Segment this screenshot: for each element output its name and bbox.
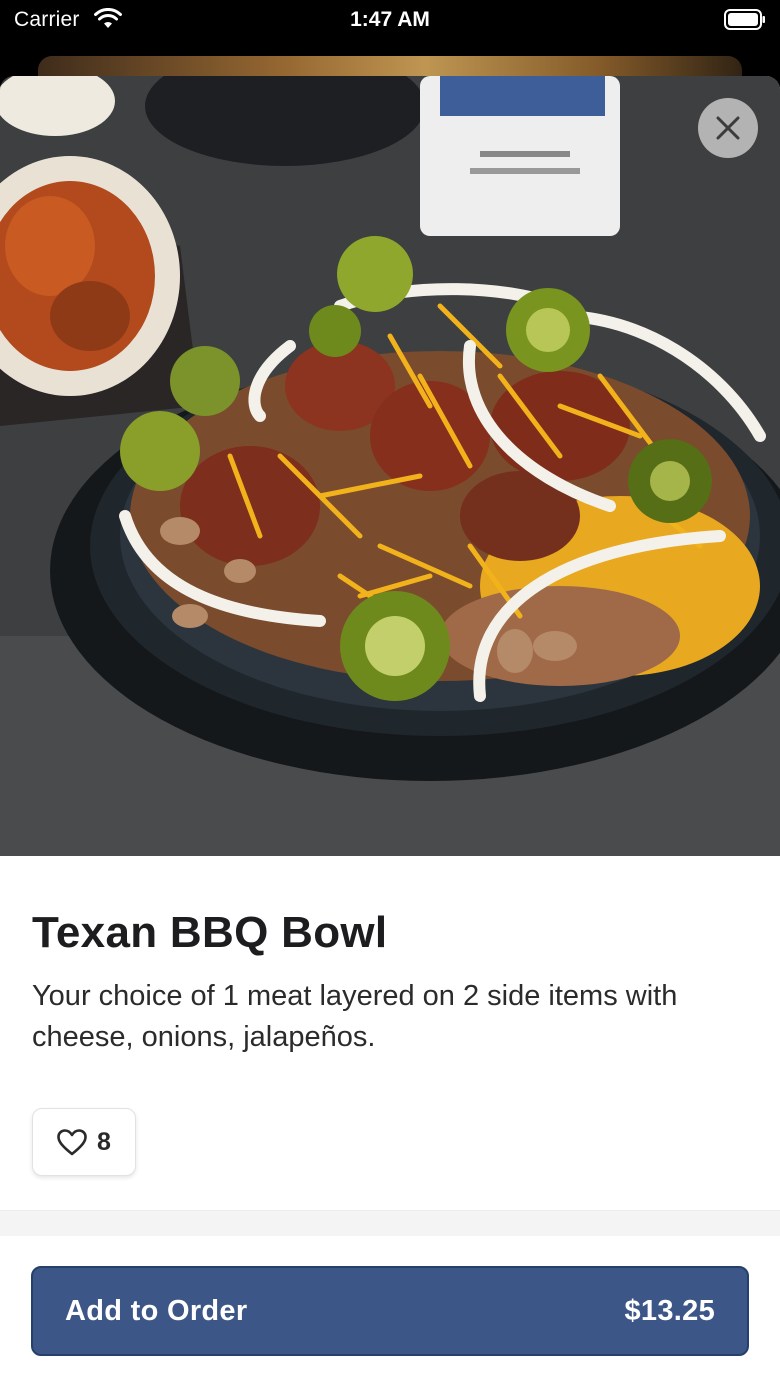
item-description: Your choice of 1 meat layered on 2 side … <box>32 980 678 1053</box>
order-price: $13.25 <box>624 1294 715 1327</box>
item-image <box>0 76 780 856</box>
like-button[interactable]: 8 <box>32 1108 136 1176</box>
screen: Carrier 1:47 AM Texan BBQ Bowl Your choi… <box>0 0 780 1387</box>
food-photo <box>0 76 780 856</box>
item-details: Texan BBQ Bowl Your choice of 1 meat lay… <box>0 856 780 1176</box>
heart-outline-icon <box>57 1128 87 1155</box>
battery-icon <box>724 9 765 30</box>
item-detail-sheet: Texan BBQ Bowl Your choice of 1 meat lay… <box>0 76 780 1387</box>
close-icon <box>716 116 740 140</box>
section-divider <box>0 1210 780 1236</box>
item-title: Texan BBQ Bowl <box>32 908 388 957</box>
status-time: 1:47 AM <box>350 8 430 31</box>
add-to-order-button[interactable]: Add to Order $13.25 <box>31 1266 749 1356</box>
close-button[interactable] <box>698 98 758 158</box>
like-count: 8 <box>97 1127 111 1156</box>
add-to-order-label: Add to Order <box>65 1294 248 1327</box>
status-bar: Carrier 1:47 AM <box>0 0 780 40</box>
